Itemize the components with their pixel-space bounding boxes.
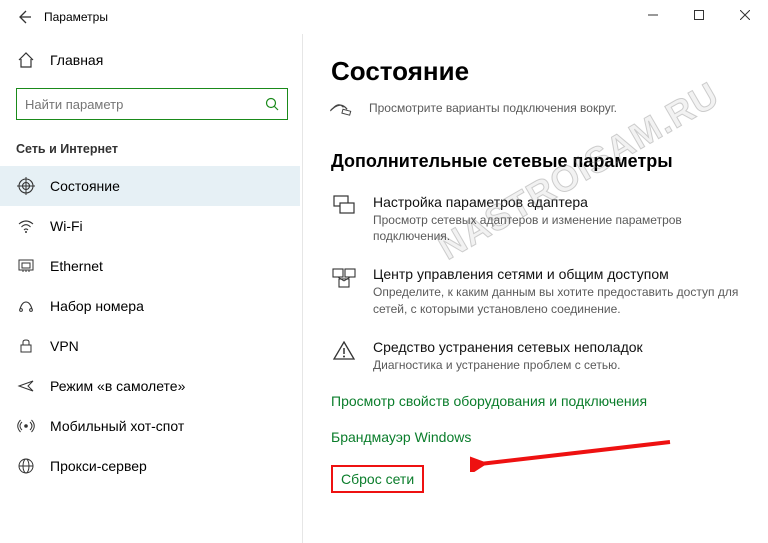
sharing-icon xyxy=(331,266,357,290)
satellite-icon xyxy=(329,98,354,119)
network-reset-link[interactable]: Сброс сети xyxy=(331,465,424,493)
back-button[interactable] xyxy=(8,0,40,34)
hardware-properties-link[interactable]: Просмотр свойств оборудования и подключе… xyxy=(331,393,744,409)
close-icon xyxy=(740,10,750,20)
adapter-desc: Просмотр сетевых адаптеров и изменение п… xyxy=(373,212,744,244)
sidebar: Главная Сеть и Интернет Состояние Wi-Fi xyxy=(0,34,300,543)
minimize-icon xyxy=(648,10,658,20)
content-pane: Состояние Просмотрите варианты подключен… xyxy=(303,34,768,543)
airplane-icon xyxy=(16,377,36,395)
sidebar-section-label: Сеть и Интернет xyxy=(16,142,288,156)
sidebar-item-proxy[interactable]: Прокси-сервер xyxy=(16,446,288,486)
sidebar-nav: Состояние Wi-Fi Ethernet Набор номера VP… xyxy=(16,166,288,486)
settings-window: Параметры Главная Сеть и Интернет xyxy=(0,0,768,543)
sharing-center[interactable]: Центр управления сетями и общим доступом… xyxy=(331,266,744,316)
trouble-desc: Диагностика и устранение проблем с сетью… xyxy=(373,357,643,373)
sidebar-item-vpn[interactable]: VPN xyxy=(16,326,288,366)
home-nav[interactable]: Главная xyxy=(16,40,288,80)
maximize-icon xyxy=(694,10,704,20)
subheading: Дополнительные сетевые параметры xyxy=(331,151,744,172)
sidebar-item-label: Ethernet xyxy=(50,258,103,274)
adapter-settings[interactable]: Настройка параметров адаптера Просмотр с… xyxy=(331,194,744,244)
search-box[interactable] xyxy=(16,88,288,120)
maximize-button[interactable] xyxy=(676,0,722,30)
sidebar-item-hotspot[interactable]: Мобильный хот-спот xyxy=(16,406,288,446)
back-arrow-icon xyxy=(16,9,32,25)
sidebar-item-label: Wi-Fi xyxy=(50,218,83,234)
sidebar-item-label: Режим «в самолете» xyxy=(50,378,185,394)
home-icon xyxy=(16,51,36,69)
sidebar-item-airplane[interactable]: Режим «в самолете» xyxy=(16,366,288,406)
status-icon xyxy=(16,177,36,195)
sharing-title: Центр управления сетями и общим доступом xyxy=(373,266,744,282)
troubleshooter[interactable]: Средство устранения сетевых неполадок Ди… xyxy=(331,339,744,373)
home-label: Главная xyxy=(50,52,103,68)
firewall-link[interactable]: Брандмауэр Windows xyxy=(331,429,744,445)
sidebar-item-status[interactable]: Состояние xyxy=(0,166,300,206)
adapter-title: Настройка параметров адаптера xyxy=(373,194,744,210)
dialup-icon xyxy=(16,297,36,315)
hotspot-icon xyxy=(16,417,36,435)
scan-desc: Просмотрите варианты подключения вокруг. xyxy=(369,101,617,115)
search-icon xyxy=(265,97,279,111)
window-title: Параметры xyxy=(44,10,108,24)
wifi-icon xyxy=(16,217,36,235)
sidebar-item-label: Мобильный хот-спот xyxy=(50,418,184,434)
search-input[interactable] xyxy=(25,97,265,112)
sidebar-item-label: VPN xyxy=(50,338,79,354)
close-button[interactable] xyxy=(722,0,768,30)
sidebar-item-ethernet[interactable]: Ethernet xyxy=(16,246,288,286)
sidebar-item-label: Набор номера xyxy=(50,298,144,314)
sidebar-item-wifi[interactable]: Wi-Fi xyxy=(16,206,288,246)
trouble-title: Средство устранения сетевых неполадок xyxy=(373,339,643,355)
window-controls xyxy=(630,0,768,30)
scan-row[interactable]: Просмотрите варианты подключения вокруг. xyxy=(331,101,744,117)
sidebar-item-dialup[interactable]: Набор номера xyxy=(16,286,288,326)
adapter-icon xyxy=(331,194,357,218)
ethernet-icon xyxy=(16,257,36,275)
titlebar: Параметры xyxy=(0,0,768,34)
proxy-icon xyxy=(16,457,36,475)
warning-icon xyxy=(331,339,357,363)
vpn-icon xyxy=(16,337,36,355)
sidebar-item-label: Состояние xyxy=(50,178,120,194)
sidebar-item-label: Прокси-сервер xyxy=(50,458,147,474)
minimize-button[interactable] xyxy=(630,0,676,30)
sharing-desc: Определите, к каким данным вы хотите пре… xyxy=(373,284,744,316)
page-heading: Состояние xyxy=(331,56,744,87)
